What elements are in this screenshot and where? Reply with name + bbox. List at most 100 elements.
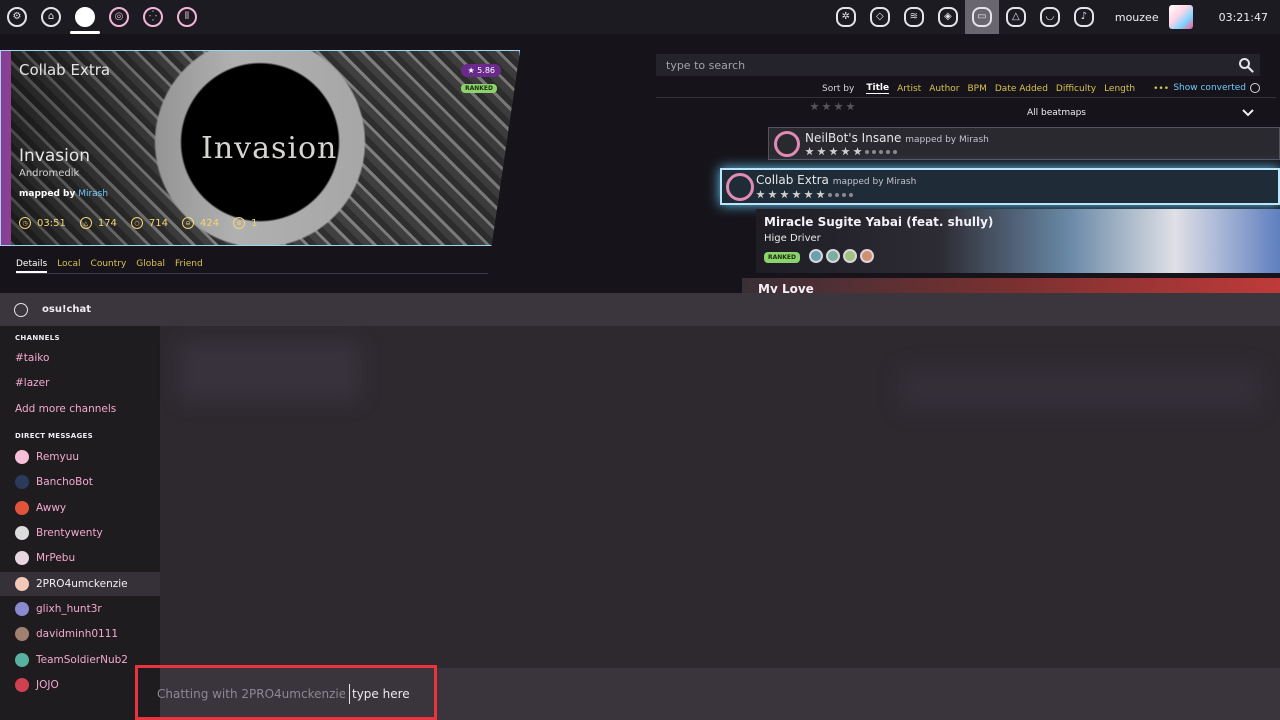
- dm-brentywenty[interactable]: Brentywenty: [0, 521, 160, 545]
- ruleset-osu-button[interactable]: [68, 0, 102, 34]
- panel-3-difficulty-dots: [809, 249, 874, 263]
- sort-length[interactable]: Length: [1104, 84, 1135, 94]
- dm-name: Brentywenty: [36, 527, 103, 539]
- star-icon: [853, 147, 862, 156]
- star-dot-icon: [872, 150, 876, 154]
- dm-awwy[interactable]: Awwy: [0, 496, 160, 520]
- dashboard-button[interactable]: ◇: [863, 0, 897, 34]
- news-button[interactable]: ≋: [897, 0, 931, 34]
- star-dot-icon: [849, 193, 853, 197]
- avatar: [15, 627, 29, 641]
- dm-name: 2PRO4umckenzie: [36, 578, 128, 590]
- chat-title: osu!chat: [42, 304, 92, 315]
- stat-sliders-value: 424: [200, 217, 220, 229]
- channel-taiko-label: #taiko: [15, 352, 50, 364]
- gear-icon: ⚙: [7, 7, 27, 27]
- star-icon: [829, 147, 838, 156]
- ruleset-catch-button[interactable]: ⁛: [136, 0, 170, 34]
- user-button[interactable]: mouzee: [1101, 0, 1205, 34]
- dm-teamsoldiernub2[interactable]: TeamSoldierNub2: [0, 648, 160, 672]
- star-dot-icon: [865, 150, 869, 154]
- panel-3-artist: Hige Driver: [764, 233, 821, 244]
- blurred-message: [900, 366, 1260, 411]
- leaderboard-tabs: Details Local Country Global Friend: [16, 259, 203, 273]
- toggle-circle-icon: [1250, 83, 1260, 93]
- panel-2-stars: [756, 190, 853, 199]
- music-icon: ♪: [1073, 7, 1094, 27]
- difficulty-name: Collab Extra: [19, 61, 111, 79]
- chat-button[interactable]: ▭: [964, 0, 999, 34]
- carousel-difficulty-neilbots-insane[interactable]: NeilBot's Insane mapped by Mirash: [768, 127, 1280, 160]
- avatar: [15, 678, 29, 692]
- tab-friend[interactable]: Friend: [175, 259, 203, 273]
- rankings-button[interactable]: ◈: [931, 0, 965, 34]
- star-icon: [756, 190, 765, 199]
- stat-length-value: 03:51: [37, 217, 66, 229]
- star-rating-badge: ★ 5.86: [461, 64, 501, 77]
- mapper-link[interactable]: Mirash: [78, 189, 108, 199]
- dm-name: JOJO: [36, 679, 59, 691]
- dm-2pro4umckenzie[interactable]: 2PRO4umckenzie: [0, 572, 160, 596]
- channel-lazer[interactable]: #lazer: [0, 371, 160, 395]
- tab-country[interactable]: Country: [91, 259, 127, 273]
- stat-circles: ○ 714: [130, 217, 168, 229]
- beatmap-listing-button[interactable]: △: [999, 0, 1033, 34]
- dm-glixh-hunt3r[interactable]: glixh_hunt3r: [0, 597, 160, 621]
- carousel-difficulty-collab-extra[interactable]: Collab Extra mapped by Mirash: [720, 168, 1280, 205]
- ruleset-mania-button[interactable]: ⦀: [170, 0, 204, 34]
- sort-more-button[interactable]: •••: [1153, 84, 1169, 94]
- dm-remyuu[interactable]: Remyuu: [0, 445, 160, 469]
- dm-banchobot[interactable]: BanchoBot: [0, 470, 160, 494]
- top-toolbar: ⚙ ⌂ ◎ ⁛ ⦀ ✲ ◇ ≋ ◈ ▭ △ ◡ ♪ mouzee 03:21:4…: [0, 0, 1280, 34]
- dm-davidminh0111[interactable]: davidminh0111: [0, 622, 160, 646]
- channel-taiko[interactable]: #taiko: [0, 346, 160, 370]
- avatar: [15, 526, 29, 540]
- spinners-icon: ⊛: [233, 217, 246, 229]
- daily-challenge-button[interactable]: ✲: [829, 0, 863, 34]
- avatar: [1168, 5, 1193, 29]
- ranked-status-badge: RANKED: [460, 84, 497, 93]
- star-dot-icon: [893, 150, 897, 154]
- blurred-message: [180, 341, 360, 401]
- notifications-icon: ◡: [1039, 7, 1060, 27]
- tab-global[interactable]: Global: [136, 259, 165, 273]
- avatar: [15, 450, 29, 464]
- tab-details[interactable]: Details: [16, 259, 48, 273]
- circles-icon: ○: [130, 217, 143, 229]
- clock[interactable]: 03:21:47: [1205, 11, 1280, 24]
- chat-message-input[interactable]: [349, 684, 649, 704]
- dm-name: glixh_hunt3r: [36, 603, 102, 615]
- dm-mrpebu[interactable]: MrPebu: [0, 546, 160, 570]
- notifications-button[interactable]: ◡: [1033, 0, 1067, 34]
- star-icon: [846, 102, 855, 111]
- now-playing-button[interactable]: ♪: [1067, 0, 1101, 34]
- star-icon: [804, 190, 813, 199]
- search-icon[interactable]: [1238, 57, 1254, 73]
- star-icon: [822, 102, 831, 111]
- stat-sliders: ⊖ 424: [182, 217, 219, 229]
- mapped-by-label: mapped by: [19, 189, 76, 199]
- carousel-set-miracle-sugite-yabai[interactable]: Miracle Sugite Yabai (feat. shully) Hige…: [756, 209, 1280, 273]
- beatmap-artist: Andromedik: [19, 168, 80, 179]
- settings-button[interactable]: ⚙: [0, 0, 34, 34]
- beatmap-title: Invasion: [19, 146, 91, 166]
- background-logo-text: Invasion: [201, 131, 338, 166]
- panel-1-stars: [805, 147, 897, 156]
- chat-message-area[interactable]: [160, 326, 1280, 668]
- ruleset-taiko-button[interactable]: ◎: [102, 0, 136, 34]
- star-dot-icon: [879, 150, 883, 154]
- dm-jojo[interactable]: JOJO: [0, 673, 160, 697]
- dashboard-icon: ◇: [869, 7, 890, 27]
- toolbar-left: ⚙ ⌂ ◎ ⁛ ⦀: [0, 0, 204, 34]
- add-more-channels-button[interactable]: Add more channels: [0, 397, 160, 421]
- add-more-channels-label: Add more channels: [15, 403, 117, 415]
- star-icon: [841, 147, 850, 156]
- search-input[interactable]: [666, 55, 1226, 75]
- tab-local[interactable]: Local: [57, 259, 80, 273]
- home-button[interactable]: ⌂: [34, 0, 68, 34]
- star-icon: [834, 102, 843, 111]
- avatar: [15, 501, 29, 515]
- show-converted-toggle[interactable]: Show converted: [1173, 83, 1260, 93]
- stat-length: ◷ 03:51: [19, 217, 66, 229]
- difficulty-icon: [774, 131, 800, 157]
